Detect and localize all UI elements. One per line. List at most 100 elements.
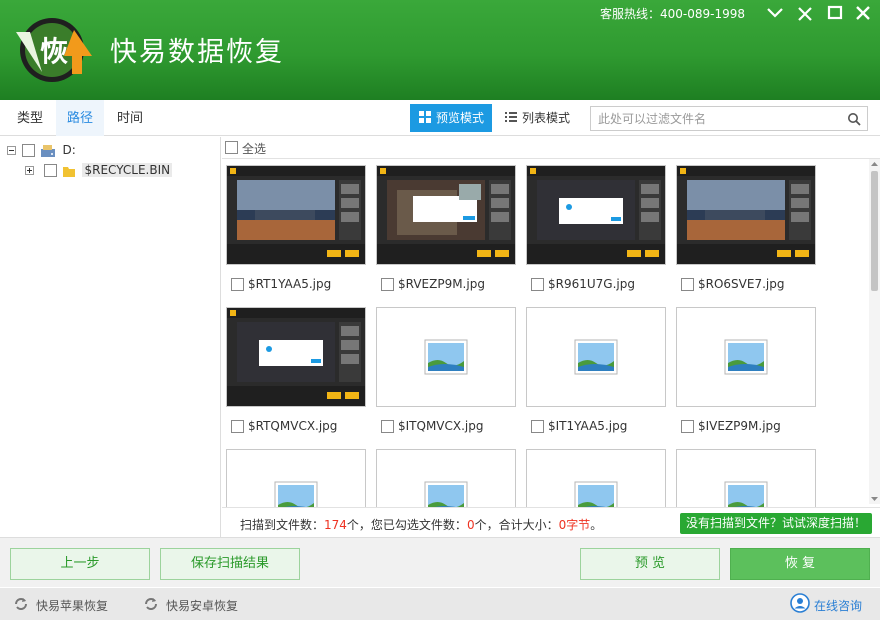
android-recovery-link[interactable]: 快易安卓恢复	[142, 597, 238, 614]
file-name: $RTQMVCX.jpg	[248, 419, 338, 433]
image-preview	[377, 166, 515, 264]
file-checkbox[interactable]	[681, 420, 694, 433]
folder-icon	[62, 166, 75, 177]
apple-recovery-label: 快易苹果恢复	[36, 599, 109, 613]
tab-path[interactable]: 路径	[56, 100, 104, 136]
apple-recovery-link[interactable]: 快易苹果恢复	[12, 597, 108, 614]
hotline-text: 客服热线：400-089-1998	[600, 7, 746, 21]
file-checkbox[interactable]	[231, 278, 244, 291]
image-preview	[227, 308, 365, 406]
list-mode-label: 列表模式	[522, 111, 571, 125]
file-name: $R961U7G.jpg	[548, 277, 635, 291]
image-preview	[677, 166, 815, 264]
chevron-down-icon[interactable]	[764, 3, 786, 23]
tree-drive-label: D:	[62, 143, 76, 157]
select-all-checkbox[interactable]	[225, 141, 238, 154]
expand-icon[interactable]	[25, 166, 34, 175]
image-placeholder-icon	[574, 339, 618, 378]
scrollbar-thumb[interactable]	[871, 171, 878, 291]
image-placeholder-icon	[724, 339, 768, 378]
logo-char: 恢	[40, 35, 69, 68]
selected-count: 0	[466, 518, 475, 532]
collapse-icon[interactable]	[7, 146, 16, 155]
image-preview	[227, 166, 365, 264]
file-thumbnail[interactable]	[526, 307, 666, 407]
file-name: $IT1YAA5.jpg	[548, 419, 628, 433]
file-name: $RVEZP9M.jpg	[398, 277, 485, 291]
total-size: 0字节	[558, 518, 591, 532]
list-icon	[505, 112, 517, 122]
app-title: 快易数据恢复	[110, 37, 284, 68]
tree-item-recycle-bin[interactable]: $RECYCLE.BIN	[25, 161, 173, 179]
file-name: $RT1YAA5.jpg	[248, 277, 332, 291]
image-placeholder-icon	[424, 339, 468, 378]
list-mode-button[interactable]: 列表模式	[496, 104, 580, 132]
footer: 快易苹果恢复 快易安卓恢复 在线咨询	[0, 588, 880, 620]
file-item[interactable]: $RO6SVE7.jpg	[681, 275, 784, 293]
file-item[interactable]: $RVEZP9M.jpg	[381, 275, 485, 293]
file-item[interactable]: $IVEZP9M.jpg	[681, 417, 781, 435]
file-item[interactable]: $IT1YAA5.jpg	[531, 417, 627, 435]
preview-mode-button[interactable]: 预览模式	[410, 104, 492, 132]
file-preview-area: 全选 $RT1YAA5.jpg $RVEZP9M.jpg $R961U7G.jpg $…	[222, 137, 880, 549]
file-thumbnail[interactable]	[676, 307, 816, 407]
action-bar: 上一步 保存扫描结果 预 览 恢 复	[0, 537, 880, 587]
file-item[interactable]: $ITQMVCX.jpg	[381, 417, 484, 435]
tree-folder-checkbox[interactable]	[43, 164, 57, 177]
file-item[interactable]: $R961U7G.jpg	[531, 275, 635, 293]
file-name: $ITQMVCX.jpg	[398, 419, 484, 433]
tab-time[interactable]: 时间	[108, 100, 152, 136]
file-thumbnail[interactable]	[526, 165, 666, 265]
file-checkbox[interactable]	[531, 278, 544, 291]
tree-drive-checkbox[interactable]	[21, 144, 35, 157]
status-prefix: 扫描到文件数：	[240, 518, 325, 532]
select-all-label: 全选	[242, 142, 267, 156]
scan-status-text: 扫描到文件数：174个，您已勾选文件数：0个，合计大小：0字节。	[240, 516, 602, 533]
close-icon[interactable]	[852, 3, 874, 23]
preview-button[interactable]: 预 览	[580, 548, 720, 580]
file-thumbnail[interactable]	[226, 165, 366, 265]
filter-input[interactable]	[591, 107, 831, 130]
deep-scan-button[interactable]: 没有扫描到文件？试试深度扫描！	[680, 513, 873, 534]
vertical-scrollbar[interactable]	[869, 159, 880, 504]
refresh-icon	[15, 598, 27, 610]
maximize-icon[interactable]	[824, 3, 846, 23]
drive-icon	[40, 144, 55, 157]
status-mid2: 个，合计大小：	[474, 518, 559, 532]
scanned-count: 174	[324, 518, 347, 532]
image-preview	[527, 166, 665, 264]
back-button[interactable]: 上一步	[10, 548, 150, 580]
android-recovery-label: 快易安卓恢复	[166, 599, 239, 613]
tree-folder-label: $RECYCLE.BIN	[82, 163, 173, 177]
search-icon[interactable]	[847, 112, 861, 126]
status-bar: 扫描到文件数：174个，您已勾选文件数：0个，合计大小：0字节。 没有扫描到文件…	[222, 507, 880, 537]
file-checkbox[interactable]	[531, 420, 544, 433]
file-item[interactable]: $RT1YAA5.jpg	[231, 275, 331, 293]
tab-type[interactable]: 类型	[8, 100, 52, 136]
file-thumbnail[interactable]	[376, 165, 516, 265]
scroll-down-icon[interactable]	[869, 495, 880, 503]
tree-item-drive[interactable]: D:	[7, 141, 76, 159]
file-thumbnail[interactable]	[676, 165, 816, 265]
status-mid1: 个，您已勾选文件数：	[346, 518, 467, 532]
file-thumbnail[interactable]	[226, 307, 366, 407]
folder-tree: D: $RECYCLE.BIN	[0, 137, 221, 537]
user-support-icon	[790, 593, 810, 613]
file-checkbox[interactable]	[381, 420, 394, 433]
online-consult-link[interactable]: 在线咨询	[790, 593, 863, 614]
restore-icon[interactable]	[794, 3, 816, 23]
select-all-bar: 全选	[222, 137, 880, 159]
file-thumbnail[interactable]	[376, 307, 516, 407]
online-consult-label: 在线咨询	[814, 599, 863, 613]
recover-button[interactable]: 恢 复	[730, 548, 870, 580]
grid-icon	[419, 111, 431, 123]
file-checkbox[interactable]	[381, 278, 394, 291]
title-bar: 恢 快易数据恢复 客服热线：400-089-1998	[0, 0, 880, 100]
file-checkbox[interactable]	[231, 420, 244, 433]
save-scan-button[interactable]: 保存扫描结果	[160, 548, 300, 580]
file-name: $IVEZP9M.jpg	[698, 419, 781, 433]
file-checkbox[interactable]	[681, 278, 694, 291]
scroll-up-icon[interactable]	[869, 160, 880, 168]
status-end: 。	[590, 518, 603, 532]
file-item[interactable]: $RTQMVCX.jpg	[231, 417, 337, 435]
